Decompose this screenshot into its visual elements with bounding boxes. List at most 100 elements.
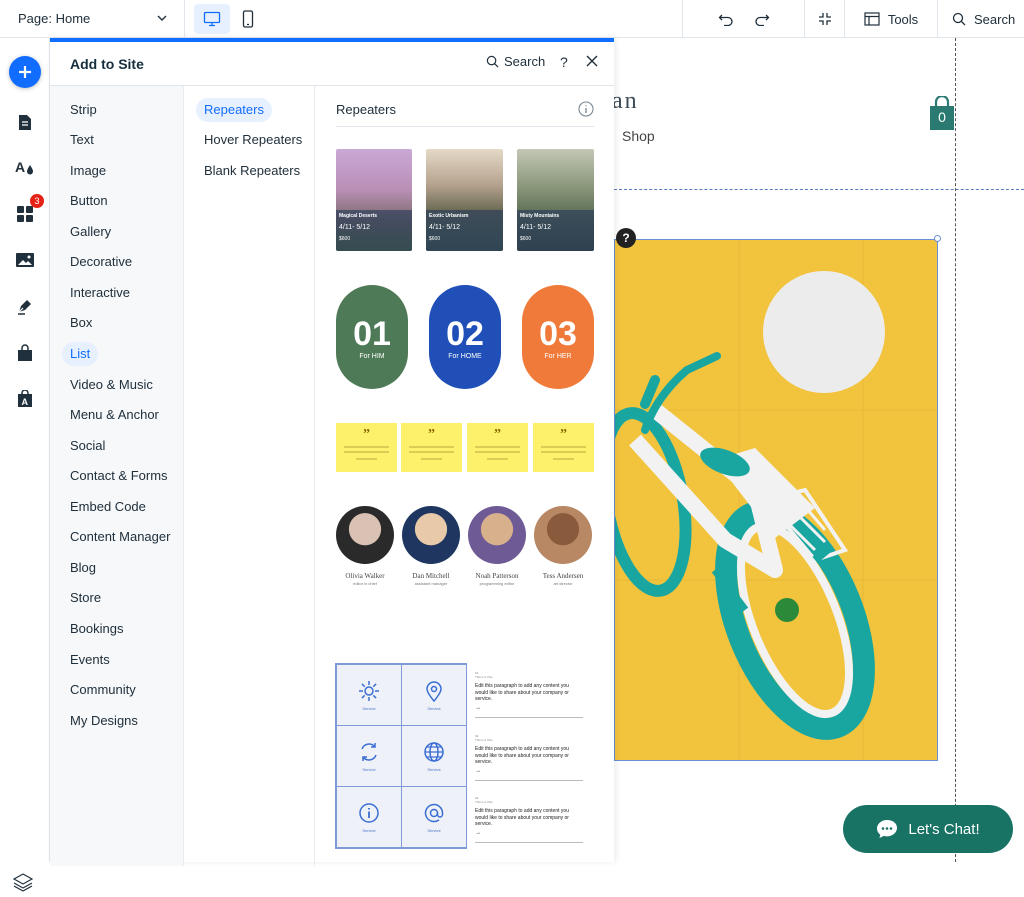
preset-travel-card[interactable]: Misty Mountains 4/11- 5/12 $600: [517, 149, 594, 251]
blog-button[interactable]: [9, 290, 41, 322]
travel-card-caption: Magical Deserts 4/11- 5/12 $600: [336, 210, 412, 251]
travel-card-dates: 4/11- 5/12: [339, 224, 371, 232]
repeater-presets: Repeaters Magical Deserts 4/11- 5/12 $60…: [315, 86, 614, 866]
apps-button[interactable]: 3: [9, 194, 44, 230]
service-cell: Service: [336, 664, 402, 726]
layers-button[interactable]: [12, 872, 34, 897]
preset-pill-card[interactable]: 03 For HER: [522, 285, 594, 389]
service-label: Service: [362, 705, 376, 711]
preset-quote-card[interactable]: ”: [336, 423, 397, 472]
preset-quote-card[interactable]: ”: [467, 423, 528, 472]
section-title: Repeaters: [336, 102, 396, 117]
header-guide-line: [614, 189, 1024, 190]
service-label: Service: [427, 827, 441, 833]
subcategory-blank-repeaters[interactable]: Blank Repeaters: [204, 159, 300, 183]
shopping-bag-icon: [18, 343, 32, 361]
avatar: [402, 506, 460, 564]
page-selector[interactable]: Page: Home: [0, 0, 185, 38]
subcategory-repeaters[interactable]: Repeaters: [196, 98, 272, 122]
category-my-designs[interactable]: My Designs: [70, 709, 138, 733]
preset-team-member[interactable]: Olivia Walker editor in chief: [332, 506, 398, 586]
panel-search-button[interactable]: Search: [486, 54, 545, 69]
category-list-active[interactable]: List: [62, 342, 99, 366]
travel-card-title: Exotic Urbanism: [429, 213, 469, 220]
preset-services-grid[interactable]: Service Service Service Service Service …: [335, 663, 467, 849]
service-cell: Service: [401, 725, 467, 787]
pages-button[interactable]: [9, 106, 41, 138]
design-button[interactable]: A: [9, 152, 41, 184]
travel-card-price: $600: [339, 236, 351, 243]
chat-button[interactable]: Let's Chat!: [843, 805, 1013, 853]
store-button[interactable]: [9, 336, 41, 368]
category-box[interactable]: Box: [70, 311, 92, 335]
category-community[interactable]: Community: [70, 678, 136, 702]
media-button[interactable]: [9, 244, 41, 276]
cart-button[interactable]: 0: [928, 94, 956, 137]
preset-travel-card[interactable]: Magical Deserts 4/11- 5/12 $600: [336, 149, 412, 251]
category-bookings[interactable]: Bookings: [70, 617, 123, 641]
chevron-down-icon: [157, 15, 167, 21]
location-pin-icon: [426, 680, 442, 702]
category-text[interactable]: Text: [70, 128, 94, 152]
plus-icon: [19, 66, 31, 78]
category-blog[interactable]: Blog: [70, 556, 96, 580]
subcategory-hover-repeaters[interactable]: Hover Repeaters: [204, 128, 302, 152]
category-contact-forms[interactable]: Contact & Forms: [70, 464, 168, 488]
page-icon: [19, 114, 31, 130]
hero-image[interactable]: [614, 239, 938, 761]
panel-help-button[interactable]: ?: [560, 54, 568, 70]
redo-icon[interactable]: [754, 12, 770, 26]
category-button[interactable]: Button: [70, 189, 108, 213]
travel-card-title: Misty Mountains: [520, 213, 560, 220]
preset-team-member[interactable]: Noah Patterson programming editor: [464, 506, 530, 586]
travel-card-caption: Misty Mountains 4/11- 5/12 $600: [517, 210, 594, 251]
resize-handle[interactable]: [934, 235, 941, 242]
preset-service-list-item[interactable]: 01. This is a Title Edit this paragraph …: [475, 671, 583, 718]
mobile-view-button[interactable]: [230, 0, 266, 38]
service-label: Service: [362, 827, 376, 833]
category-social[interactable]: Social: [70, 434, 105, 458]
category-embed-code[interactable]: Embed Code: [70, 495, 146, 519]
travel-card-price: $600: [520, 236, 532, 243]
category-image[interactable]: Image: [70, 159, 106, 183]
category-content-manager[interactable]: Content Manager: [70, 525, 170, 549]
quote-mark: ”: [363, 427, 370, 442]
category-video-music[interactable]: Video & Music: [70, 373, 153, 397]
zoom-out-button[interactable]: [804, 0, 844, 38]
app-market-button[interactable]: A: [9, 382, 41, 414]
close-icon[interactable]: [586, 55, 598, 67]
desktop-view-button[interactable]: [194, 3, 230, 34]
category-gallery[interactable]: Gallery: [70, 220, 111, 244]
category-strip[interactable]: Strip: [70, 98, 97, 122]
pill-label: For HOME: [448, 353, 482, 360]
category-interactive[interactable]: Interactive: [70, 281, 130, 305]
preset-team-member[interactable]: Dan Mitchell assistant manager: [398, 506, 464, 586]
preset-quote-card[interactable]: ”: [401, 423, 462, 472]
category-menu-anchor[interactable]: Menu & Anchor: [70, 403, 159, 427]
preset-team-member[interactable]: Tess Andersen art director: [530, 506, 596, 586]
undo-icon[interactable]: [718, 12, 734, 26]
preset-service-list-item[interactable]: 02. This is a Title Edit this paragraph …: [475, 734, 583, 781]
preset-quote-card[interactable]: ”: [533, 423, 594, 472]
service-item-body: Edit this paragraph to add any content y…: [475, 808, 569, 827]
help-icon[interactable]: ?: [616, 228, 636, 248]
category-events[interactable]: Events: [70, 648, 110, 672]
avatar: [336, 506, 394, 564]
tools-button[interactable]: Tools: [844, 0, 937, 38]
preset-travel-card[interactable]: Exotic Urbanism 4/11- 5/12 $600: [426, 149, 503, 251]
preset-pill-card[interactable]: 02 For HOME: [429, 285, 501, 389]
site-nav-shop[interactable]: Shop: [622, 128, 655, 144]
quote-mark: ”: [494, 427, 501, 442]
avatar: [468, 506, 526, 564]
category-store[interactable]: Store: [70, 586, 101, 610]
add-element-button[interactable]: [9, 56, 41, 88]
globe-icon: [424, 741, 444, 762]
category-decorative[interactable]: Decorative: [70, 250, 132, 274]
preset-service-list-item[interactable]: 03. This is a Title Edit this paragraph …: [475, 796, 583, 843]
top-search-button[interactable]: Search: [937, 0, 1024, 38]
avatar: [534, 506, 592, 564]
info-icon[interactable]: [578, 101, 594, 117]
preset-pill-card[interactable]: 01 For HIM: [336, 285, 408, 389]
service-cell: Service: [401, 664, 467, 726]
app-market-icon: A: [18, 389, 32, 407]
